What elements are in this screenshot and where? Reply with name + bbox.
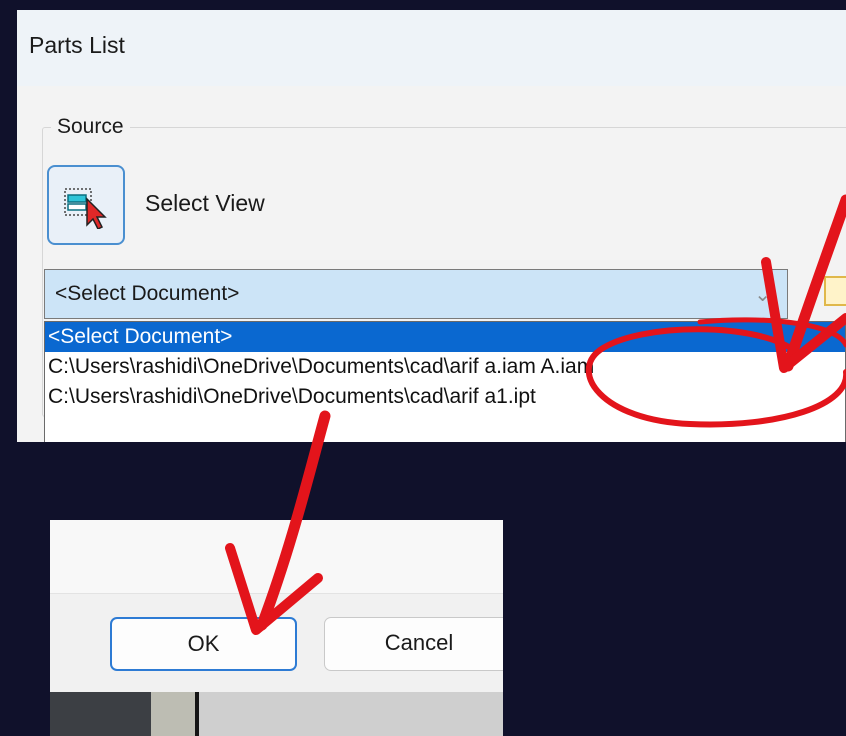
background-strip-dark	[50, 692, 151, 736]
dropdown-option[interactable]: C:\Users\rashidi\OneDrive\Documents\cad\…	[45, 352, 845, 382]
dropdown-option[interactable]: C:\Users\rashidi\OneDrive\Documents\cad\…	[45, 382, 845, 412]
title-bar: Parts List	[17, 10, 846, 86]
footer-divider	[50, 593, 503, 594]
background-strip-mid	[151, 692, 195, 736]
background-strip-line	[195, 692, 199, 736]
document-combobox[interactable]: <Select Document> ⌄	[44, 269, 788, 319]
select-view-label: Select View	[145, 190, 265, 216]
select-view-icon	[64, 188, 107, 229]
cancel-button[interactable]: Cancel	[324, 617, 503, 671]
dialog-footer: OK Cancel	[50, 520, 503, 736]
dialog-title: Parts List	[29, 32, 125, 58]
document-combobox-value: <Select Document>	[55, 282, 240, 305]
browse-button[interactable]	[824, 276, 846, 306]
chevron-down-icon[interactable]: ⌄	[754, 282, 771, 307]
select-view-button[interactable]	[47, 165, 125, 245]
document-dropdown-list: <Select Document> C:\Users\rashidi\OneDr…	[44, 321, 846, 442]
ok-button[interactable]: OK	[110, 617, 297, 671]
parts-list-dialog: Parts List Source Select View <Select Do…	[17, 10, 846, 442]
footer-top-area	[50, 520, 503, 593]
dropdown-option[interactable]: <Select Document>	[45, 322, 845, 352]
source-legend: Source	[51, 115, 130, 139]
